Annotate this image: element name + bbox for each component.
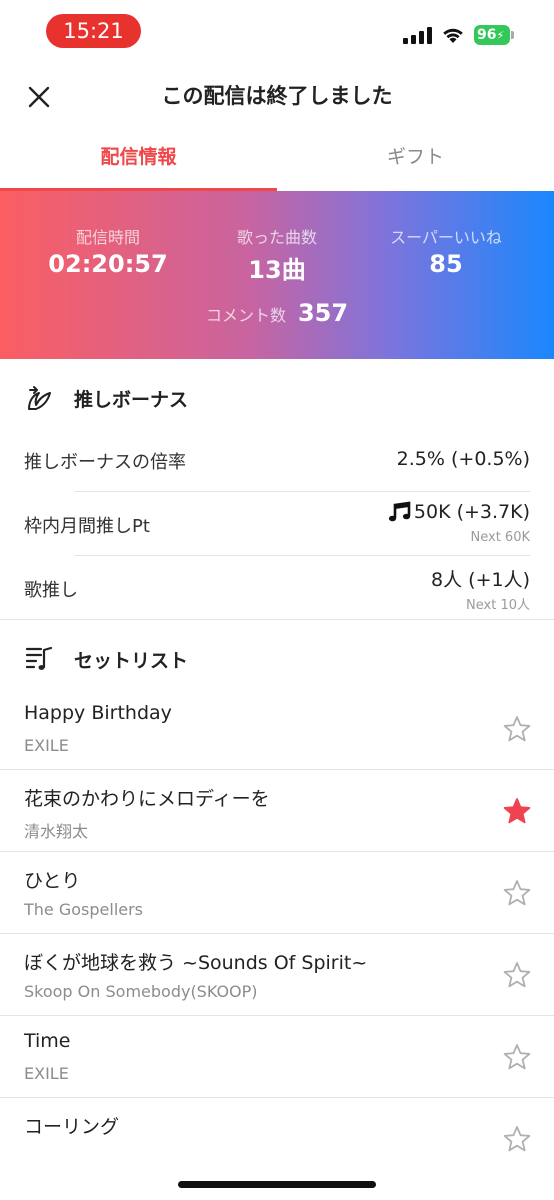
page-title: この配信は終了しました [161, 84, 393, 108]
bonus-rate-label: 推しボーナスの倍率 [24, 452, 186, 473]
battery-level: 96 [477, 27, 497, 43]
stream-stats-banner: 配信時間 02:20:57 歌った曲数 13曲 スーパーいいね 85 コメント数… [0, 191, 554, 359]
song-title: 花束のかわりにメロディーを [24, 788, 270, 810]
star-outline-icon[interactable] [502, 960, 532, 990]
tab-gift[interactable]: ギフト [277, 128, 554, 191]
bonus-song-supporters-label: 歌推し [24, 580, 78, 601]
star-outline-icon[interactable] [502, 1042, 532, 1072]
stat-super-likes-label: スーパーいいね [390, 228, 502, 247]
status-icons: 96⚡ [403, 22, 514, 48]
status-bar: 15:21 96⚡ [0, 0, 554, 64]
song-title: ぼくが地球を救う ~Sounds Of Spirit~ [24, 952, 368, 974]
bonus-song-supporters-value: 8人 (+1人) [431, 569, 530, 591]
setlist-section-title: セットリスト [74, 649, 189, 672]
cellular-signal-icon [403, 26, 432, 44]
setlist-item[interactable]: 花束のかわりにメロディーを 清水翔太 [0, 770, 554, 852]
stat-comments-value: 357 [297, 299, 349, 327]
star-outline-icon[interactable] [502, 878, 532, 908]
stat-duration: 配信時間 02:20:57 [28, 224, 188, 278]
home-indicator [178, 1181, 376, 1188]
star-outline-icon[interactable] [502, 1124, 532, 1154]
stat-songs-value: 13曲 [248, 256, 306, 284]
song-artist: 清水翔太 [24, 822, 89, 841]
stat-songs: 歌った曲数 13曲 [197, 224, 357, 285]
stat-songs-label: 歌った曲数 [236, 228, 317, 247]
stat-comments-label: コメント数 [205, 306, 286, 325]
star-filled-icon[interactable] [502, 796, 532, 826]
song-artist: Skoop On Somebody(SKOOP) [24, 982, 258, 1001]
setlist-item[interactable]: コーリング [0, 1098, 554, 1158]
bonus-row-rate: 推しボーナスの倍率 2.5% (+0.5%) [0, 428, 554, 492]
bonus-rate-value: 2.5% (+0.5%) [396, 448, 530, 470]
bonus-section-header: 推しボーナス [0, 368, 554, 428]
song-title: Happy Birthday [24, 702, 172, 724]
status-time: 15:21 [46, 14, 141, 48]
bonus-row-monthly-points: 枠内月間推しPt 50K (+3.7K) Next 60K [0, 492, 554, 556]
stat-comments: コメント数 357 [0, 299, 554, 327]
setlist-item[interactable]: ひとり The Gospellers [0, 852, 554, 934]
song-title: Time [24, 1030, 71, 1052]
bonus-section-title: 推しボーナス [74, 388, 189, 411]
setlist-item[interactable]: Happy Birthday EXILE [0, 688, 554, 770]
playlist-icon [24, 644, 54, 674]
stat-duration-value: 02:20:57 [48, 250, 168, 278]
header: この配信は終了しました [0, 64, 554, 128]
song-artist: The Gospellers [24, 900, 144, 919]
bonus-row-song-supporters: 歌推し 8人 (+1人) Next 10人 [0, 556, 554, 620]
song-artist: EXILE [24, 1064, 69, 1083]
wing-icon [24, 383, 54, 413]
bonus-monthly-next: Next 60K [470, 530, 530, 545]
setlist-item[interactable]: ぼくが地球を救う ~Sounds Of Spirit~ Skoop On Som… [0, 934, 554, 1016]
wifi-icon [443, 28, 463, 43]
setlist-item[interactable]: Time EXILE [0, 1016, 554, 1098]
bonus-song-supporters-next: Next 10人 [466, 598, 530, 613]
song-title: ひとり [24, 870, 81, 892]
stat-super-likes: スーパーいいね 85 [366, 224, 526, 278]
bonus-monthly-value: 50K (+3.7K) [413, 501, 530, 523]
star-outline-icon[interactable] [502, 714, 532, 744]
battery-icon: 96⚡ [474, 25, 514, 45]
tab-stream-info[interactable]: 配信情報 [0, 128, 277, 191]
bonus-monthly-label: 枠内月間推しPt [24, 516, 150, 537]
bonus-monthly-value-group: 50K (+3.7K) [388, 501, 530, 523]
stat-super-likes-value: 85 [429, 250, 463, 278]
setlist-section-header: セットリスト [0, 629, 554, 689]
song-artist: EXILE [24, 736, 69, 755]
music-note-icon [388, 501, 411, 522]
song-title: コーリング [24, 1116, 120, 1138]
stat-duration-label: 配信時間 [75, 228, 140, 247]
section-divider [0, 619, 554, 620]
tab-bar: 配信情報 ギフト [0, 128, 554, 191]
